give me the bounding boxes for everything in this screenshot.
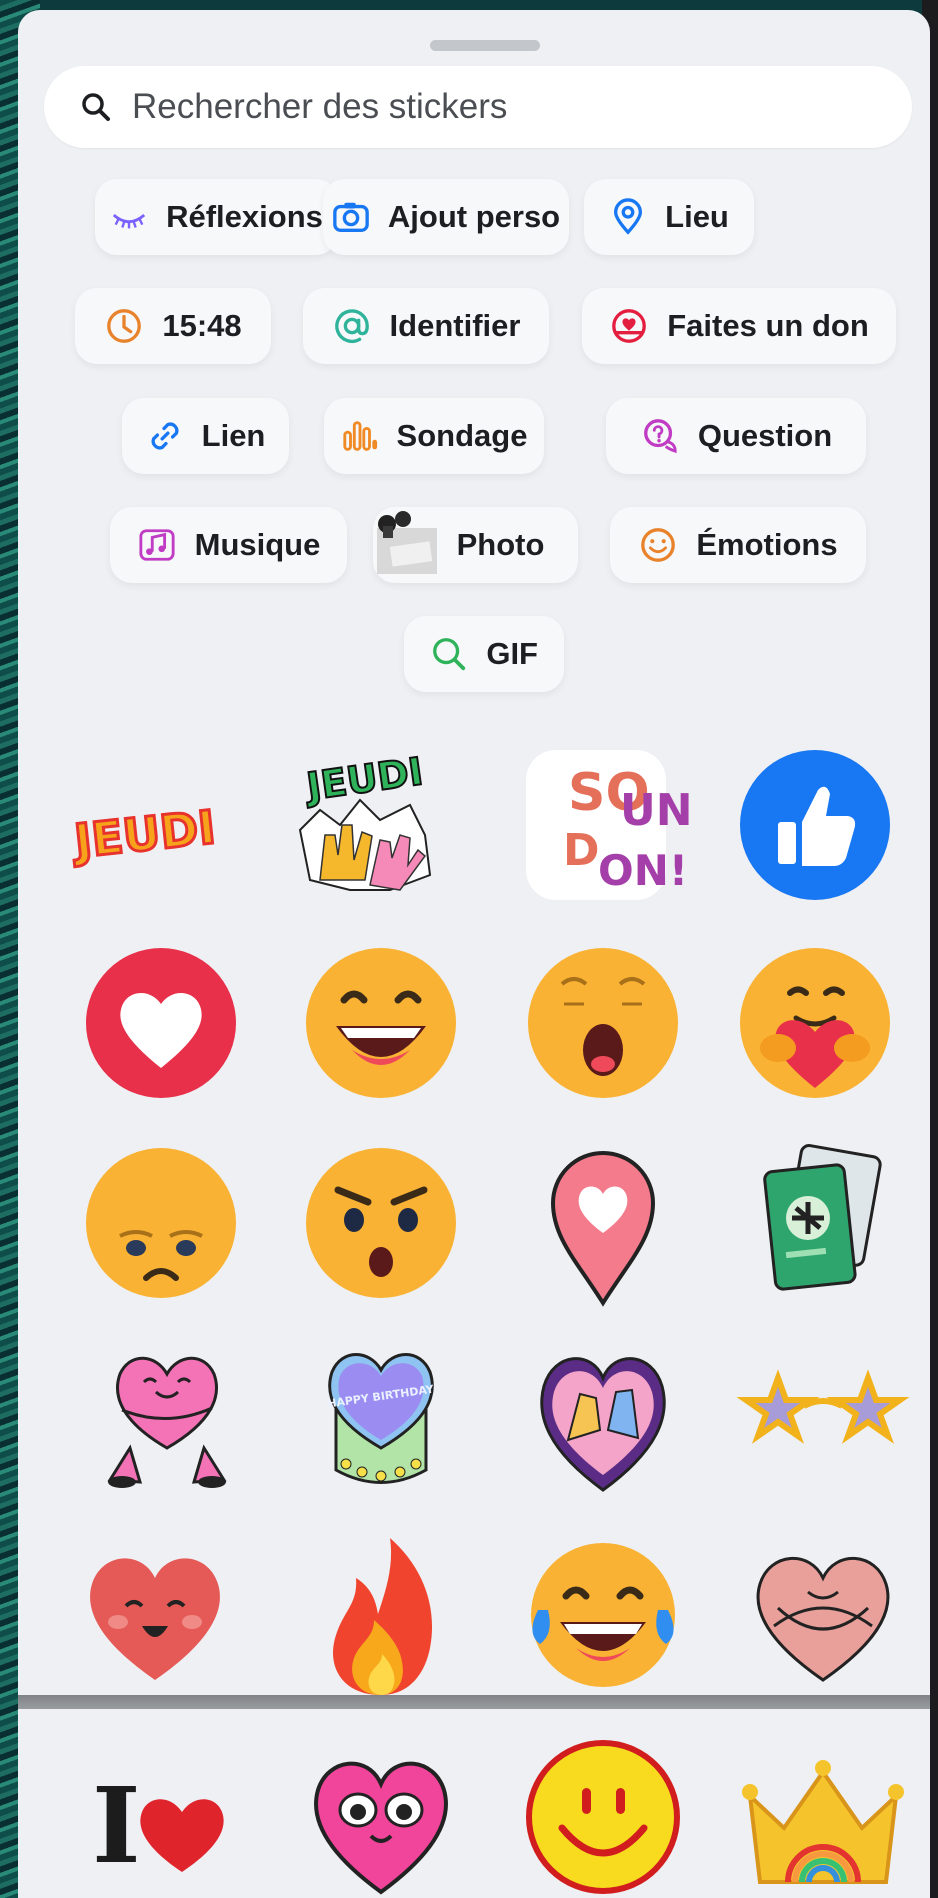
sheet-drag-handle[interactable] <box>430 40 540 51</box>
search-input[interactable]: Rechercher des stickers <box>44 66 912 148</box>
i-love-sticker[interactable]: I <box>70 1732 240 1898</box>
smiley-icon <box>638 525 678 565</box>
chip-faites-un-don[interactable]: Faites un don <box>582 288 896 364</box>
chip-label: Sondage <box>396 418 528 453</box>
chip-label: 15:48 <box>162 308 242 343</box>
svg-text:D: D <box>563 825 600 876</box>
chip-label: Question <box>697 418 833 453</box>
chip-label: Émotions <box>696 527 838 562</box>
star-glasses-sticker[interactable] <box>736 1330 910 1500</box>
passport-sticker[interactable] <box>730 1138 900 1308</box>
wow-face-sticker[interactable] <box>518 938 688 1108</box>
photo-thumbnail <box>373 510 443 580</box>
pink-hug-heart-sticker[interactable] <box>738 1530 908 1700</box>
chip-reflexions[interactable]: Réflexions <box>95 179 338 255</box>
chip-identifier[interactable]: Identifier <box>303 288 549 364</box>
svg-text:UN: UN <box>620 785 693 836</box>
chip-label: Identifier <box>389 308 521 343</box>
sticker-text: JEUDI <box>301 749 426 809</box>
jeudi-hands-sticker[interactable]: JEUDI <box>280 740 450 910</box>
laughing-tears-sticker[interactable] <box>518 1530 688 1700</box>
love-heart-sticker[interactable] <box>76 938 246 1108</box>
chip-label: GIF <box>486 636 538 671</box>
chip-time[interactable]: 15:48 <box>75 288 271 364</box>
heart-pin-sticker[interactable] <box>518 1138 688 1308</box>
camera-icon <box>332 197 370 237</box>
chip-label: Lieu <box>665 199 729 234</box>
question-icon <box>640 416 680 456</box>
sticker-sheet: Rechercher des stickers Réflexions Ajout… <box>18 10 930 1898</box>
haha-face-sticker[interactable] <box>296 938 466 1108</box>
clock-icon <box>104 306 144 346</box>
hugging-heart-sticker[interactable] <box>82 1330 252 1500</box>
thoughts-icon <box>110 197 148 237</box>
surprised-face-sticker[interactable] <box>296 1138 466 1308</box>
chip-photo[interactable]: Photo <box>373 507 578 583</box>
chip-label: Photo <box>456 527 545 562</box>
chip-lien[interactable]: Lien <box>122 398 289 474</box>
sad-face-sticker[interactable] <box>76 1138 246 1308</box>
search-placeholder: Rechercher des stickers <box>132 87 508 126</box>
link-icon <box>146 416 184 456</box>
yellow-smiley-sticker[interactable] <box>518 1732 688 1898</box>
high-five-heart-sticker[interactable] <box>518 1330 688 1500</box>
jeudi-text-sticker[interactable]: JEUDI <box>60 740 230 910</box>
poll-icon <box>341 416 379 456</box>
svg-text:ON!: ON! <box>598 846 688 895</box>
music-icon <box>137 525 177 565</box>
scroll-divider <box>18 1695 930 1709</box>
at-icon <box>332 306 372 346</box>
chip-label: Musique <box>194 527 321 562</box>
search-icon <box>80 91 112 123</box>
chip-label: Lien <box>201 418 266 453</box>
birthday-cake-sticker[interactable]: HAPPY BIRTHDAY <box>296 1330 466 1500</box>
chip-label: Ajout perso <box>387 199 561 234</box>
donate-icon <box>609 306 649 346</box>
location-pin-icon <box>609 197 647 237</box>
sound-on-sticker[interactable]: SO UN D ON! <box>508 740 693 910</box>
chip-question[interactable]: Question <box>606 398 866 474</box>
chip-label: Faites un don <box>667 308 869 343</box>
chip-gif[interactable]: GIF <box>404 616 564 692</box>
chip-sondage[interactable]: Sondage <box>324 398 544 474</box>
chip-emotions[interactable]: Émotions <box>610 507 866 583</box>
fire-sticker[interactable] <box>296 1530 466 1700</box>
chip-lieu[interactable]: Lieu <box>584 179 754 255</box>
sticker-text: I <box>92 1764 141 1887</box>
pink-heart-eyes-sticker[interactable] <box>296 1732 466 1898</box>
gif-search-icon <box>430 634 468 674</box>
rainbow-crown-sticker[interactable] <box>738 1732 908 1898</box>
sticker-text: JEUDI <box>69 800 218 869</box>
care-hug-sticker[interactable] <box>730 938 900 1108</box>
chip-label: Réflexions <box>166 199 323 234</box>
like-thumb-sticker[interactable] <box>730 740 900 910</box>
chip-musique[interactable]: Musique <box>110 507 347 583</box>
smiling-heart-sticker[interactable] <box>70 1530 240 1700</box>
chip-ajout-perso[interactable]: Ajout perso <box>323 179 569 255</box>
